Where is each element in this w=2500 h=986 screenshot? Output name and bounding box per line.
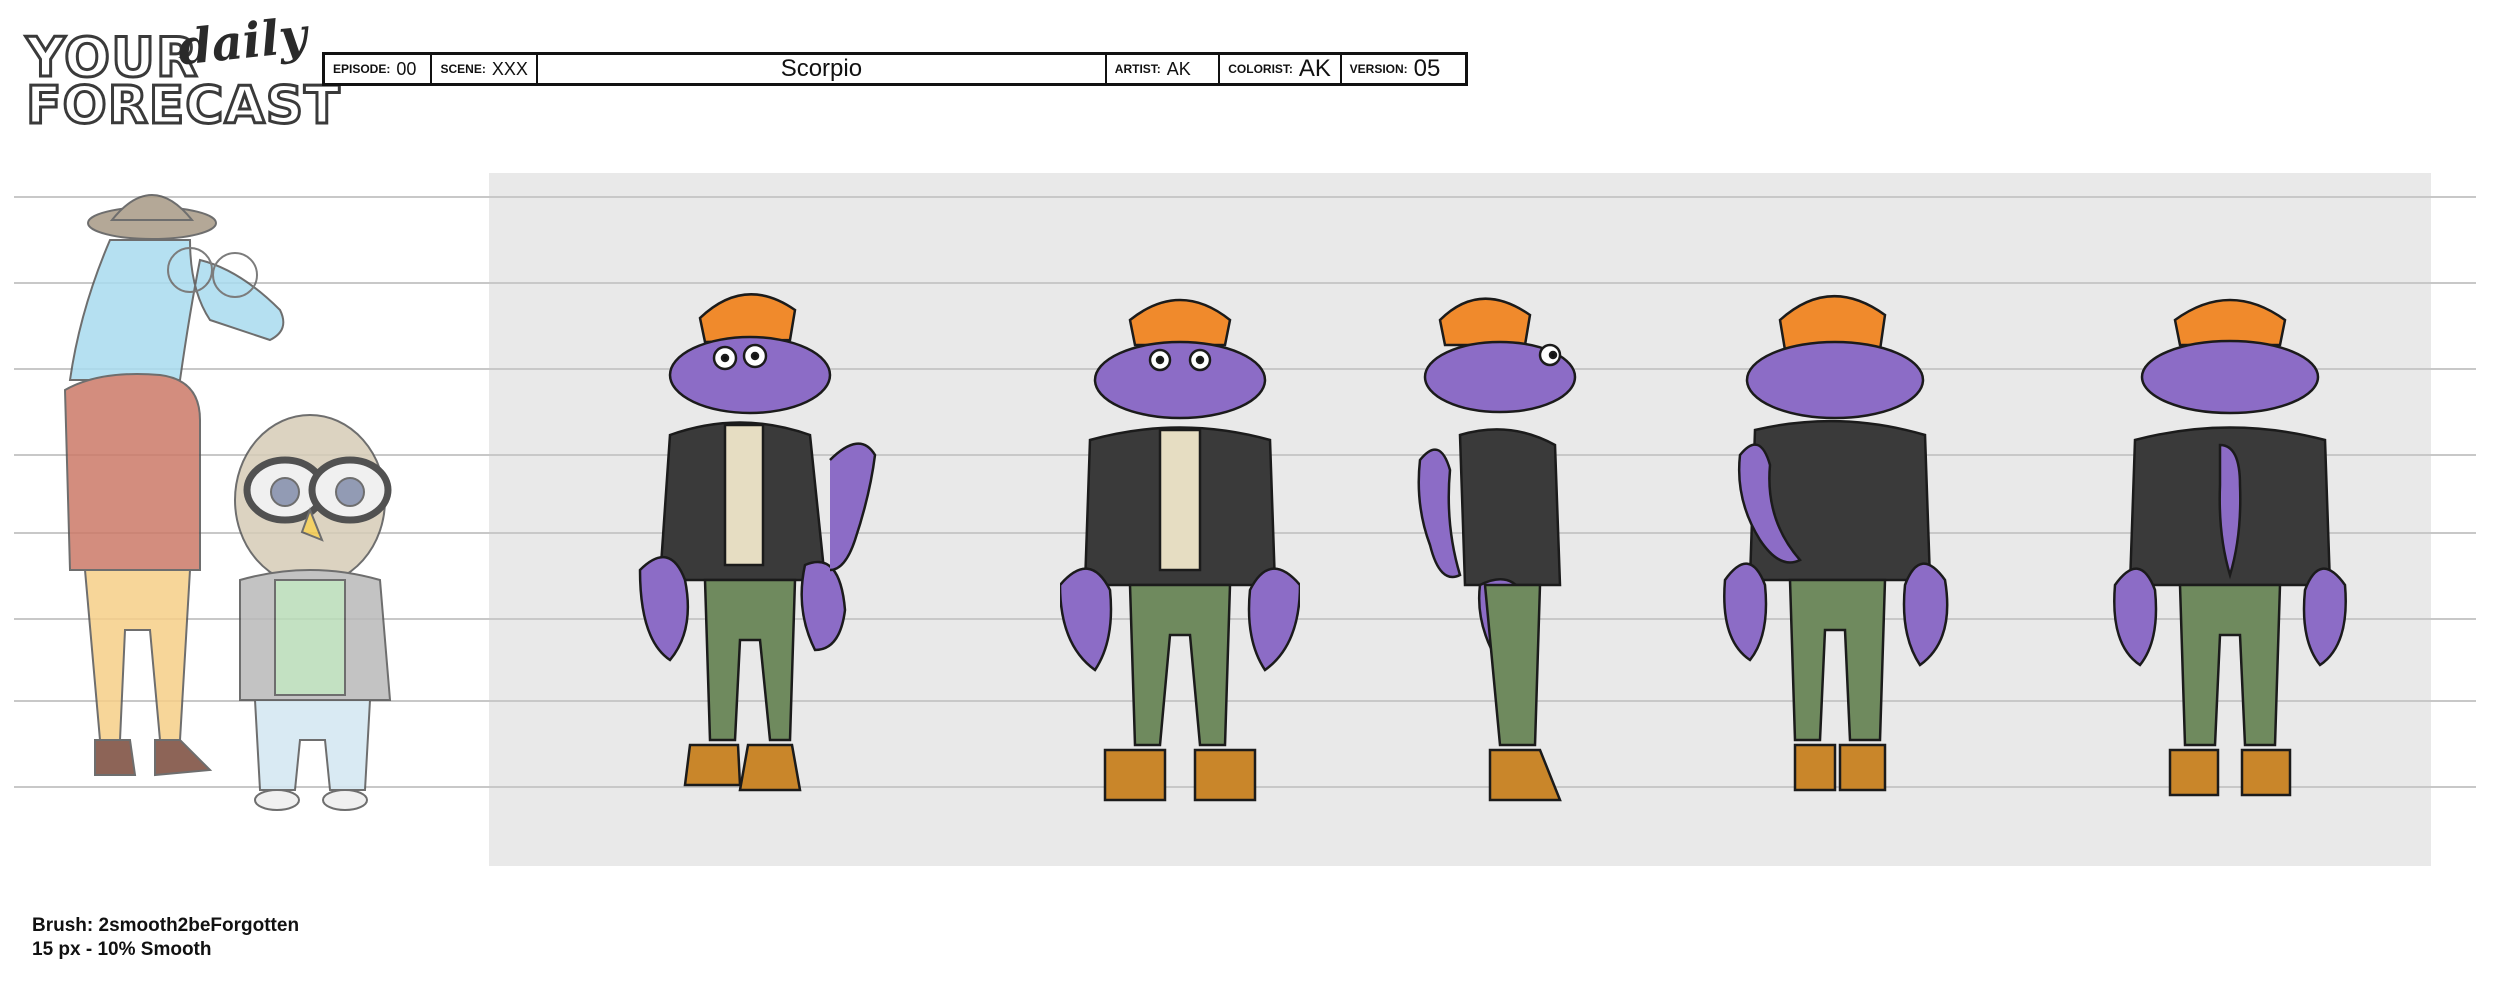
scene-value: XXX (491, 58, 528, 79)
artist-value: AK (1166, 58, 1191, 79)
version-value: 05 (1413, 55, 1441, 82)
logo-line-forecast: FORECAST (25, 75, 342, 138)
scorpio-back-three-quarter-view (1723, 295, 1949, 792)
brush-notes: Brush: 2smooth2beForgotten 15 px - 10% S… (32, 914, 299, 962)
artist-label: ARTIST: (1114, 62, 1161, 76)
brush-settings: 15 px - 10% Smooth (32, 939, 212, 960)
scorpio-front-view (1060, 298, 1300, 802)
scorpio-side-view (1417, 297, 1577, 802)
scorpio-back-view (2113, 298, 2347, 797)
artist-cell: ARTIST: AK (1107, 55, 1221, 83)
version-cell: VERSION: 05 (1342, 55, 1465, 83)
header-slate: EPISODE: 00 SCENE: XXX Scorpio ARTIST: A… (322, 52, 1468, 86)
show-logo: YOUR daily FORECAST (20, 7, 342, 138)
episode-label: EPISODE: (333, 62, 391, 76)
colorist-label: COLORIST: (1228, 62, 1293, 76)
brush-name: Brush: 2smooth2beForgotten (32, 915, 300, 936)
episode-value: 00 (396, 58, 417, 79)
version-label: VERSION: (1349, 62, 1408, 76)
scorpio-front-three-quarter-view (638, 293, 877, 792)
reference-characters-illustration (63, 194, 392, 811)
sheet-title: Scorpio (780, 55, 863, 82)
scene-cell: SCENE: XXX (432, 55, 538, 83)
scene-label: SCENE: (440, 62, 486, 76)
colorist-value: AK (1298, 55, 1331, 82)
title-cell: Scorpio (538, 55, 1107, 83)
logo-script-daily: daily (175, 7, 310, 77)
colorist-cell: COLORIST: AK (1220, 55, 1342, 83)
episode-cell: EPISODE: 00 (325, 55, 433, 83)
